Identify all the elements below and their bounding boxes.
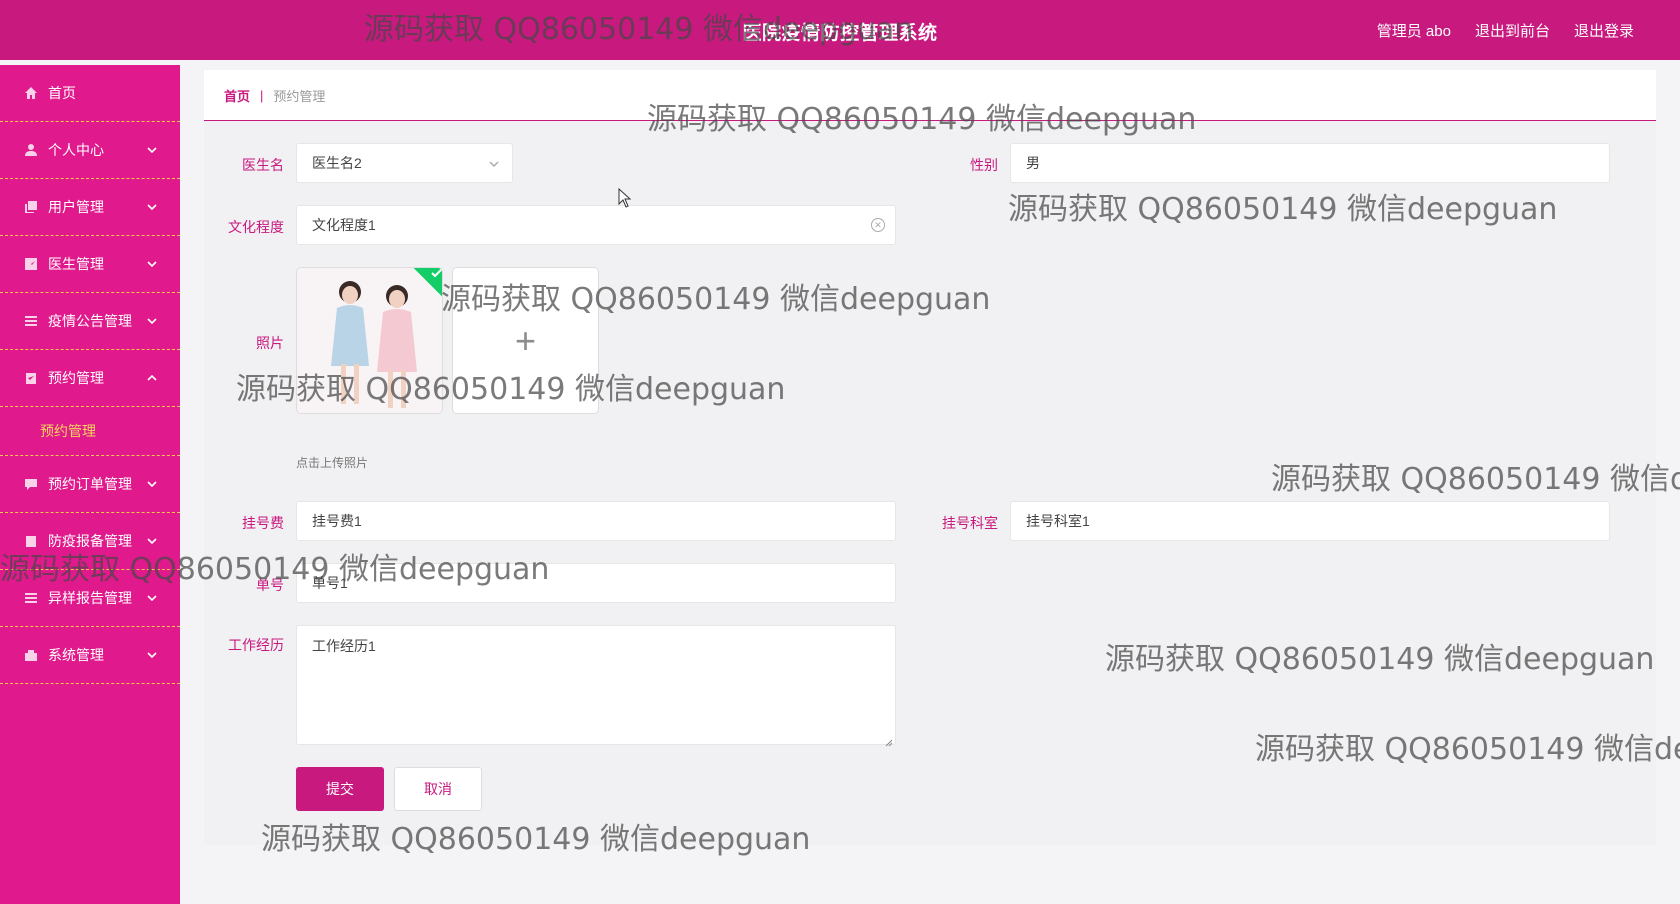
- header-actions: 管理员 abo 退出到前台 退出登录: [1377, 20, 1634, 41]
- chevron-down-icon: [146, 200, 158, 212]
- sidebar-item-label: 预约管理: [48, 370, 104, 386]
- education-value: 文化程度1: [312, 217, 376, 233]
- chevron-down-icon: [146, 314, 158, 326]
- chevron-down-icon: [146, 648, 158, 660]
- chevron-down-icon: [146, 591, 158, 603]
- copy-icon: [24, 200, 38, 214]
- logout-link[interactable]: 退出登录: [1574, 20, 1634, 41]
- fee-input[interactable]: 挂号费1: [296, 501, 896, 541]
- mouse-cursor-icon: [618, 188, 632, 208]
- resize-grip-icon[interactable]: [885, 734, 893, 747]
- chevron-down-icon: [146, 143, 158, 155]
- doctor-name-select[interactable]: 医生名2: [296, 143, 513, 183]
- chevron-up-icon: [146, 371, 158, 383]
- gender-value: 男: [1026, 155, 1040, 171]
- sidebar-item-label: 异样报告管理: [48, 590, 132, 606]
- message-icon: [24, 477, 38, 491]
- experience-textarea[interactable]: 工作经历1: [296, 625, 896, 747]
- sidebar-item-label: 系统管理: [48, 647, 104, 663]
- sidebar-item-user-management[interactable]: 用户管理: [0, 179, 180, 236]
- doctor-name-label: 医生名: [242, 157, 284, 173]
- sidebar-item-home[interactable]: 首页: [0, 65, 180, 122]
- sidebar-item-system-management[interactable]: 系统管理: [0, 627, 180, 684]
- breadcrumb-home[interactable]: 首页: [224, 86, 250, 105]
- sidebar-item-label: 用户管理: [48, 199, 104, 215]
- chart-icon: [24, 257, 38, 271]
- upload-hint: 点击上传照片: [296, 456, 369, 470]
- fee-value: 挂号费1: [312, 513, 362, 529]
- gender-label: 性别: [970, 157, 998, 173]
- user-icon: [24, 143, 38, 157]
- sidebar: 首页 个人中心 用户管理 医生管理 疫情公告管理 预约管理 预约管理 预约订单管…: [0, 65, 180, 904]
- chevron-down-icon: [146, 257, 158, 269]
- list-icon: [24, 314, 38, 328]
- sidebar-item-appointment-management[interactable]: 预约管理: [0, 350, 180, 407]
- home-icon: [24, 86, 38, 100]
- cart-icon: [24, 648, 38, 662]
- sidebar-item-report-management[interactable]: 防疫报备管理: [0, 513, 180, 570]
- order-no-value: 单号1: [312, 575, 348, 591]
- sidebar-item-personal-center[interactable]: 个人中心: [0, 122, 180, 179]
- education-label: 文化程度: [228, 219, 284, 235]
- department-input[interactable]: 挂号科室1: [1010, 501, 1610, 541]
- clear-icon[interactable]: ✕: [871, 218, 885, 232]
- sidebar-item-label: 个人中心: [48, 142, 104, 158]
- clipboard-icon: [24, 371, 38, 385]
- plus-icon: +: [514, 319, 537, 361]
- experience-label: 工作经历: [228, 637, 284, 653]
- breadcrumb-current: 预约管理: [273, 88, 326, 104]
- department-label: 挂号科室: [942, 515, 998, 531]
- department-value: 挂号科室1: [1026, 513, 1090, 529]
- sidebar-item-label: 首页: [48, 85, 76, 101]
- doctor-name-value: 医生名2: [312, 155, 362, 171]
- breadcrumb: 首页 | 预约管理: [204, 70, 1656, 121]
- sidebar-subitem-appointment[interactable]: 预约管理: [0, 407, 180, 456]
- order-no-label: 单号: [256, 577, 284, 593]
- chevron-down-icon: [146, 477, 158, 489]
- fee-label: 挂号费: [242, 515, 284, 531]
- sidebar-item-doctor-management[interactable]: 医生管理: [0, 236, 180, 293]
- sidebar-item-notice-management[interactable]: 疫情公告管理: [0, 293, 180, 350]
- clipboard-icon: [24, 534, 38, 548]
- sidebar-item-label: 医生管理: [48, 256, 104, 272]
- main-content: 首页 | 预约管理 医生名 医生名2 性别 男 文化程度 文化程度1 ✕ 照片: [204, 70, 1656, 845]
- sidebar-item-order-management[interactable]: 预约订单管理: [0, 456, 180, 513]
- order-no-input[interactable]: 单号1: [296, 563, 896, 603]
- top-header: 医院疫情防控管理系统 管理员 abo 退出到前台 退出登录: [0, 0, 1680, 60]
- upload-photo-button[interactable]: +: [452, 267, 599, 414]
- cancel-button[interactable]: 取消: [394, 767, 482, 811]
- list-icon: [24, 591, 38, 605]
- sidebar-item-label: 预约订单管理: [48, 476, 132, 492]
- education-input[interactable]: 文化程度1 ✕: [296, 205, 896, 245]
- gender-input[interactable]: 男: [1010, 143, 1610, 183]
- submit-button[interactable]: 提交: [296, 767, 384, 811]
- uploaded-photo[interactable]: [296, 267, 443, 414]
- sidebar-item-label: 防疫报备管理: [48, 533, 132, 549]
- chevron-down-icon: [488, 157, 500, 169]
- back-to-front-link[interactable]: 退出到前台: [1475, 20, 1550, 41]
- admin-user-label: 管理员 abo: [1376, 23, 1451, 40]
- nurse-photo-image: [297, 268, 442, 413]
- photo-label: 照片: [256, 335, 284, 351]
- experience-value: 工作经历1: [312, 638, 376, 654]
- breadcrumb-separator: |: [260, 87, 264, 103]
- chevron-down-icon: [146, 534, 158, 546]
- sidebar-item-label: 疫情公告管理: [48, 313, 132, 329]
- sidebar-item-anomaly-management[interactable]: 异样报告管理: [0, 570, 180, 627]
